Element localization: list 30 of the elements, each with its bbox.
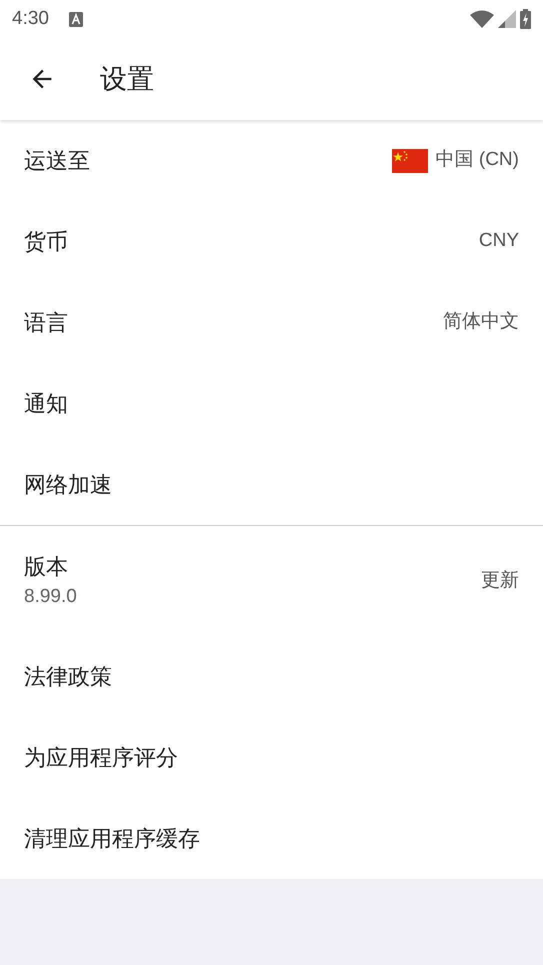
keyboard-notification-icon bbox=[68, 12, 83, 26]
settings-item[interactable]: 版本 8.99.0 更新 bbox=[0, 526, 543, 636]
row-label: 为应用程序评分 bbox=[24, 744, 178, 772]
row-label: 版本 bbox=[24, 553, 69, 582]
settings-item[interactable]: 网络加速 bbox=[0, 444, 543, 525]
row-label: 法律政策 bbox=[24, 663, 112, 691]
settings-item[interactable]: 为应用程序评分 bbox=[0, 717, 543, 798]
row-label: 通知 bbox=[24, 390, 68, 418]
row-label: 语言 bbox=[24, 309, 68, 337]
page-title: 设置 bbox=[100, 62, 154, 96]
status-time: 4:30 bbox=[12, 6, 49, 31]
wifi-icon bbox=[470, 10, 494, 28]
row-value: 中国 (CN) bbox=[436, 148, 519, 172]
row-value: CNY bbox=[478, 229, 519, 254]
row-label: 货币 bbox=[24, 228, 68, 256]
settings-item[interactable]: 运送至 中国 (CN) bbox=[0, 120, 543, 201]
row-label: 网络加速 bbox=[24, 471, 112, 499]
row-value: 更新 bbox=[481, 568, 519, 593]
battery-icon bbox=[520, 9, 531, 29]
settings-item[interactable]: 通知 bbox=[0, 363, 543, 444]
settings-item[interactable]: 法律政策 bbox=[0, 636, 543, 717]
row-label: 清理应用程序缓存 bbox=[24, 825, 200, 853]
row-label: 运送至 bbox=[24, 147, 90, 175]
signal-icon bbox=[498, 10, 516, 28]
row-value: 简体中文 bbox=[443, 310, 519, 334]
flag-icon bbox=[392, 148, 428, 172]
settings-item[interactable]: 货币 CNY bbox=[0, 201, 543, 282]
row-subtitle: 8.99.0 bbox=[24, 585, 77, 610]
settings-item[interactable]: 语言 简体中文 bbox=[0, 282, 543, 363]
settings-item[interactable]: 清理应用程序缓存 bbox=[0, 798, 543, 879]
